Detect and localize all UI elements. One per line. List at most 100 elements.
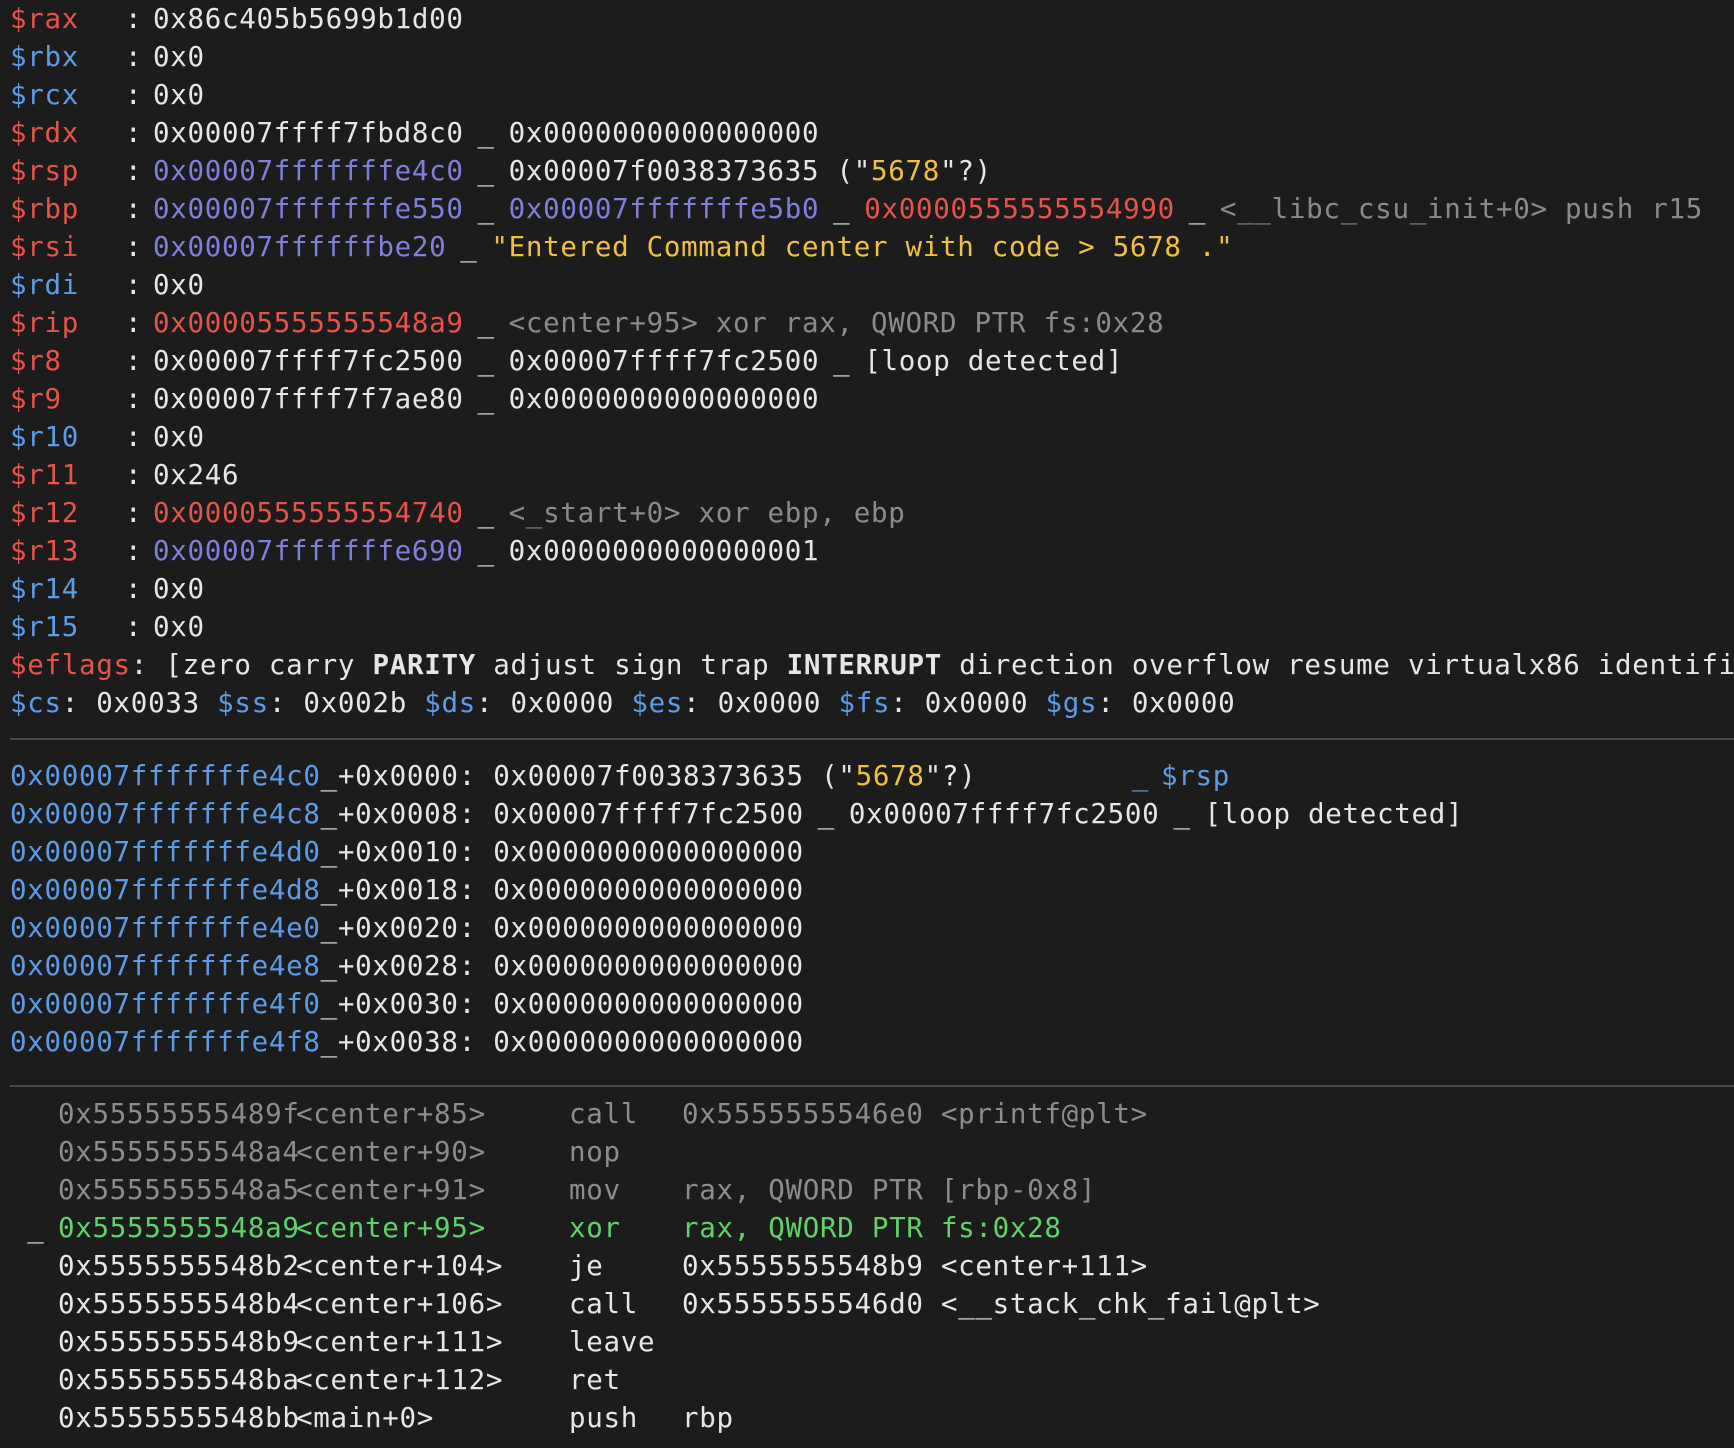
stack-address: 0x00007fffffffe4d0 — [10, 836, 321, 868]
deref-arrow: _ — [1173, 798, 1191, 830]
colon: : — [125, 193, 143, 225]
stack-arrow: _ — [320, 798, 338, 830]
register-row: $r9:0x00007ffff7f7ae80 _ 0x000000000000000… — [10, 380, 1734, 418]
instruction-row: 0x55555555489f<center+85> call 0x555555554… — [10, 1095, 1734, 1133]
colon: : — [1097, 687, 1132, 719]
register-row: $r8:0x00007ffff7fc2500 _ 0x00007ffff7fc250… — [10, 342, 1734, 380]
stack-offset: +0x0000 — [337, 760, 459, 792]
stack-arrow: _ — [320, 760, 338, 792]
register-value: 0x00007ffff7fc2500 — [153, 345, 464, 377]
instruction-address: 0x5555555548b9 — [58, 1326, 300, 1358]
gdb-gef-terminal[interactable]: $rax:0x86c405b5699b1d00 $rbx:0x0 $rcx:0x0 $… — [0, 0, 1734, 1448]
register-value: 0x0 — [153, 421, 205, 453]
colon: : — [61, 687, 97, 719]
instruction-symbol: <center+111> — [296, 1326, 504, 1358]
register-value: 0x00007ffff7f7ae80 — [153, 383, 464, 415]
stack-address: 0x00007fffffffe4d8 — [10, 874, 321, 906]
deref-value: [loop detected] — [864, 345, 1124, 377]
register-name: $r11 — [10, 459, 80, 491]
register-row: $r15:0x0 — [10, 608, 1734, 646]
segment-registers-row: $cs: 0x0033 $ss: 0x002b $ds: 0x0000 $es:… — [10, 684, 1734, 722]
stack-arrow: _ — [320, 912, 338, 944]
code-panel: 0x55555555489f<center+85> call 0x555555554… — [10, 1095, 1734, 1437]
register-row: $rip:0x00005555555548a9 _ <center+95> xor … — [10, 304, 1734, 342]
segment-value: 0x002b — [303, 687, 407, 719]
deref-arrow: _ — [460, 231, 478, 263]
register-name: $rsi — [10, 231, 80, 263]
deref-arrow: _ — [477, 345, 495, 377]
colon: : — [125, 79, 143, 111]
eflag: INTERRUPT — [786, 649, 942, 681]
stack-value: 0x0000000000000000 — [493, 836, 804, 868]
deref-value: <center+95> xor rax, QWORD PTR fs:0x28 — [508, 307, 1165, 339]
colon: : — [125, 535, 143, 567]
segment-name: $cs — [10, 687, 62, 719]
colon: : — [125, 611, 143, 643]
register-name: $rax — [10, 3, 80, 35]
colon: : — [125, 459, 143, 491]
register-value: 0x0 — [153, 79, 205, 111]
register-value: 0x0 — [153, 41, 205, 73]
string-open: (" — [803, 760, 856, 792]
instruction-address: 0x5555555548bb — [58, 1402, 300, 1434]
stack-address: 0x00007fffffffe4e0 — [10, 912, 321, 944]
register-row: $r12:0x0000555555554740 _ <_start+0> xor e… — [10, 494, 1734, 532]
current-instruction-row: _ 0x5555555548a9<center+95> xor rax, QWORD … — [10, 1209, 1734, 1247]
stack-value: 0x00007ffff7fc2500 — [493, 798, 804, 830]
register-value: 0x00005555555548a9 — [153, 307, 464, 339]
stack-arrow: _ — [320, 950, 338, 982]
stack-value: 0x0000000000000000 — [493, 988, 804, 1020]
register-name: $rsp — [10, 155, 80, 187]
stack-address: 0x00007fffffffe4e8 — [10, 950, 321, 982]
register-row: $r11:0x246 — [10, 456, 1734, 494]
deref-arrow: _ — [477, 497, 495, 529]
instruction-operands: 0x5555555548b9 <center+111> — [682, 1250, 1148, 1282]
string-preview: 5678 — [871, 155, 941, 187]
instruction-operands: 0x5555555546d0 <__stack_chk_fail@plt> — [682, 1288, 1321, 1320]
stack-row: 0x00007fffffffe4e0_+0x0020: 0x0000000000… — [10, 909, 1734, 947]
stack-value: 0x0000000000000000 — [493, 1026, 804, 1058]
colon: : — [125, 269, 143, 301]
stack-row: 0x00007fffffffe4d0_+0x0010: 0x0000000000… — [10, 833, 1734, 871]
instruction-symbol: <center+90> — [296, 1136, 486, 1168]
register-row: $r14:0x0 — [10, 570, 1734, 608]
stack-arrow: _ — [320, 1026, 338, 1058]
deref-arrow: _ — [477, 383, 495, 415]
segment-name: $ss — [217, 687, 269, 719]
colon: : — [125, 117, 143, 149]
instruction-mnemonic: mov — [569, 1174, 621, 1206]
instruction-symbol: <center+112> — [296, 1364, 504, 1396]
instruction-operands: rbp — [682, 1402, 734, 1434]
deref-arrow: _ — [477, 535, 495, 567]
register-name: $rbx — [10, 41, 80, 73]
segment-value: 0x0000 — [717, 687, 822, 719]
eflag: adjust — [493, 649, 597, 681]
stack-address: 0x00007fffffffe4f8 — [10, 1026, 321, 1058]
register-value: 0x0 — [153, 269, 205, 301]
eflag: direction — [959, 649, 1115, 681]
colon: : — [125, 155, 143, 187]
instruction-operands: 0x5555555546e0 <printf@plt> — [682, 1098, 1148, 1130]
colon: : — [458, 798, 494, 830]
stack-arrow: _ — [320, 836, 338, 868]
colon: : — [458, 988, 494, 1020]
eflags-row: $eflags: [zero carry PARITY adjust sign … — [10, 646, 1734, 684]
colon: : — [125, 231, 143, 263]
instruction-mnemonic: ret — [569, 1364, 621, 1396]
register-value: 0x246 — [153, 459, 240, 491]
deref-value: 0x00007ffff7fc2500 — [508, 345, 820, 377]
register-row: $rax:0x86c405b5699b1d00 — [10, 0, 1734, 38]
stack-offset: +0x0008 — [337, 798, 459, 830]
register-row: $r13:0x00007fffffffe690 _ 0x00000000000000… — [10, 532, 1734, 570]
stack-offset: +0x0030 — [337, 988, 459, 1020]
register-name: $rdx — [10, 117, 80, 149]
instruction-mnemonic: xor — [569, 1212, 621, 1244]
bracket: [ — [165, 649, 183, 681]
register-row: $r10:0x0 — [10, 418, 1734, 456]
segment-name: $fs — [838, 687, 891, 719]
segment-name: $gs — [1045, 687, 1098, 719]
stack-row: 0x00007fffffffe4c0_+0x0000: 0x00007f0038… — [10, 757, 1734, 795]
eflag: resume — [1287, 649, 1391, 681]
deref-value: 0x0000000000000000 — [508, 383, 820, 415]
